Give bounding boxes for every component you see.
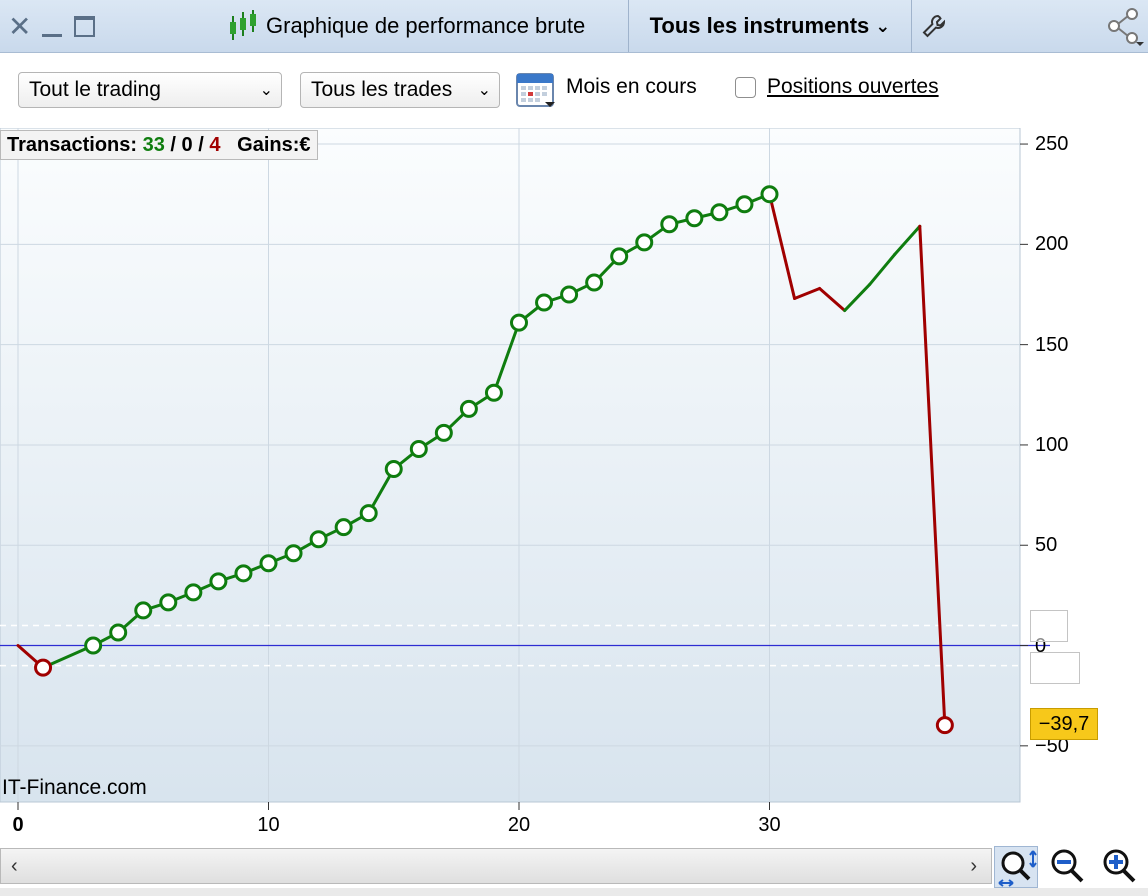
- data-point: [34, 658, 53, 677]
- data-point: [610, 247, 629, 266]
- plot-area: [0, 128, 1021, 803]
- data-point: [585, 273, 604, 292]
- data-point: [935, 716, 954, 735]
- data-point: [309, 530, 328, 549]
- data-point: [685, 209, 704, 228]
- data-point: [535, 293, 554, 312]
- status-strip: [0, 888, 1148, 896]
- chevron-down-icon: ⌄: [477, 82, 491, 99]
- instrument-dropdown-label: Tous les instruments: [649, 13, 870, 38]
- maximize-icon[interactable]: [74, 0, 98, 52]
- instrument-dropdown[interactable]: Tous les instruments ⌄: [630, 0, 910, 52]
- trading-filter-value: Tout le trading: [29, 78, 161, 101]
- data-point: [409, 439, 428, 458]
- wins-count: 33: [142, 133, 165, 156]
- data-point: [459, 399, 478, 418]
- y-tick-label: 50: [1035, 534, 1058, 557]
- stats-separator: /: [198, 133, 204, 156]
- data-point: [159, 593, 178, 612]
- lower-reference-label: −10: [1030, 652, 1080, 684]
- data-point: [510, 313, 528, 332]
- neutral-count: 0: [181, 133, 193, 156]
- x-tick-label: 0: [12, 814, 24, 836]
- data-point: [259, 554, 278, 573]
- share-icon[interactable]: [1100, 0, 1148, 52]
- watermark: IT-Finance.com: [2, 776, 147, 799]
- title-separator: [911, 0, 912, 52]
- window-title: Graphique de performance brute: [228, 0, 585, 52]
- currency-symbol: €: [299, 133, 311, 156]
- wrench-icon[interactable]: [914, 0, 954, 52]
- y-tick-label: 150: [1035, 333, 1069, 356]
- y-tick-label: 200: [1035, 233, 1069, 256]
- stats-separator: /: [170, 133, 176, 156]
- data-point: [735, 195, 754, 214]
- horizontal-scrollbar[interactable]: ‹ ›: [0, 848, 992, 884]
- data-point: [484, 383, 503, 402]
- data-point: [184, 583, 203, 602]
- data-point: [84, 636, 103, 655]
- trades-filter-select[interactable]: Tous les trades ⌄: [300, 72, 500, 108]
- data-point: [234, 564, 253, 583]
- calendar-icon[interactable]: [515, 70, 557, 115]
- transactions-label: Transactions:: [7, 133, 138, 156]
- data-point: [334, 518, 353, 537]
- trades-filter-value: Tous les trades: [311, 78, 453, 101]
- transactions-summary: Transactions: 33 / 0 / 4 Gains: €: [0, 130, 318, 160]
- data-point: [109, 623, 128, 642]
- data-point: [434, 423, 453, 442]
- trading-filter-select[interactable]: Tout le trading ⌄: [18, 72, 282, 108]
- open-positions-label[interactable]: Positions ouvertes: [767, 75, 939, 99]
- chevron-down-icon: ⌄: [259, 82, 273, 99]
- data-point: [710, 203, 729, 222]
- data-point: [760, 185, 779, 204]
- candlestick-icon: [230, 10, 256, 40]
- data-point: [359, 504, 378, 523]
- window-title-text: Graphique de performance brute: [266, 13, 586, 38]
- y-tick-label: 250: [1035, 133, 1069, 156]
- data-point: [660, 215, 679, 234]
- close-icon[interactable]: ✕: [8, 0, 38, 52]
- zoom-out-icon[interactable]: [1046, 846, 1090, 888]
- data-point: [209, 572, 228, 591]
- last-value-badge: −39,7: [1030, 708, 1098, 740]
- data-point: [560, 285, 579, 304]
- period-label[interactable]: Mois en cours: [566, 75, 697, 99]
- data-point: [134, 601, 153, 620]
- x-tick-label: 30: [758, 814, 781, 836]
- y-tick-label: 100: [1035, 433, 1069, 456]
- upper-reference-label: 10: [1030, 610, 1068, 642]
- title-separator: [628, 0, 629, 52]
- data-point: [635, 233, 654, 252]
- losses-count: 4: [209, 133, 221, 156]
- scroll-right-icon[interactable]: ›: [970, 855, 977, 878]
- minimize-icon[interactable]: [42, 0, 66, 52]
- open-positions-checkbox[interactable]: [735, 77, 756, 98]
- gains-label: Gains:: [237, 133, 300, 156]
- zoom-fit-icon[interactable]: [994, 846, 1038, 888]
- data-point: [384, 460, 403, 479]
- performance-chart[interactable]: [0, 128, 1148, 844]
- title-bar: ✕ Graphique de performance brute Tous le…: [0, 0, 1148, 53]
- chevron-down-icon: ⌄: [875, 15, 891, 36]
- x-tick-label: 10: [257, 814, 280, 836]
- data-point: [284, 544, 303, 563]
- zoom-in-icon[interactable]: [1098, 846, 1142, 888]
- x-tick-label: 20: [507, 814, 531, 836]
- scroll-left-icon[interactable]: ‹: [11, 855, 18, 878]
